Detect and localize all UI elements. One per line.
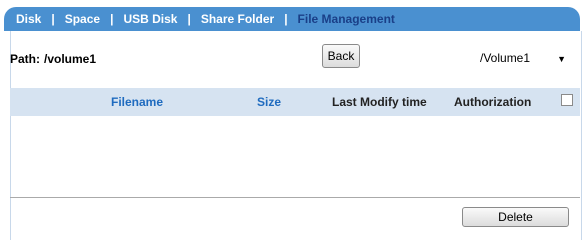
tab-share-folder[interactable]: Share Folder <box>201 12 274 26</box>
tab-usb-disk[interactable]: USB Disk <box>123 12 177 26</box>
tab-separator: | <box>51 12 55 26</box>
column-header-size[interactable]: Size <box>257 95 281 109</box>
volume-select-value: /Volume1 <box>480 51 531 65</box>
path-value: /volume1 <box>44 52 97 66</box>
column-header-authorization: Authorization <box>454 95 532 109</box>
path-label: Path: <box>10 52 40 66</box>
back-button[interactable]: Back <box>322 44 360 68</box>
select-all-checkbox[interactable] <box>561 94 573 106</box>
tab-file-management[interactable]: File Management <box>298 12 395 26</box>
column-header-filename[interactable]: Filename <box>111 95 163 109</box>
volume-select[interactable]: /Volume1 ▼ <box>476 48 570 68</box>
divider <box>10 197 580 198</box>
tab-space[interactable]: Space <box>65 12 100 26</box>
file-table-header: Filename Size Last Modify time Authoriza… <box>10 88 580 116</box>
tab-bar: Disk | Space | USB Disk | Share Folder |… <box>4 7 580 31</box>
tab-separator: | <box>187 12 191 26</box>
tab-disk[interactable]: Disk <box>16 12 41 26</box>
path-display: Path: /volume1 <box>10 52 96 66</box>
tab-separator: | <box>110 12 114 26</box>
column-header-last-modify-time: Last Modify time <box>332 95 427 109</box>
chevron-down-icon: ▼ <box>557 54 566 64</box>
tab-separator: | <box>284 12 288 26</box>
delete-button[interactable]: Delete <box>462 207 569 227</box>
